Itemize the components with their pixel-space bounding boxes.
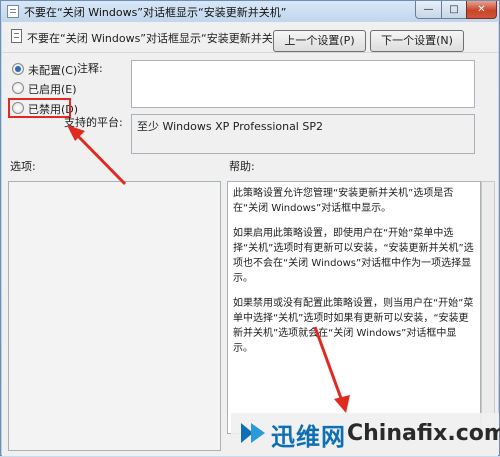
previous-setting-button[interactable]: 上一个设置(P): [273, 30, 366, 52]
next-setting-button[interactable]: 下一个设置(N): [370, 30, 464, 52]
minimize-button[interactable]: —: [415, 1, 442, 19]
watermark-en-text: Chinafix.com: [347, 421, 500, 446]
policy-dialog-window: 不要在“关闭 Windows”对话框显示“安装更新并关机” — □ ✕ 不要在“…: [0, 0, 500, 456]
comment-textarea[interactable]: [131, 60, 475, 108]
help-paragraph: 如果禁用或没有配置此策略设置，则当用户在“开始”菜单中选择“关机”选项时如果有更…: [233, 298, 474, 354]
title-bar[interactable]: 不要在“关闭 Windows”对话框显示“安装更新并关机” — □ ✕: [1, 1, 499, 22]
radio-label: 未配置(C): [28, 64, 78, 77]
maximize-button[interactable]: □: [441, 1, 467, 19]
options-label: 选项:: [10, 160, 36, 173]
help-text-panel[interactable]: 此策略设置允许您管理“安装更新并关机”选项是否在“关闭 Windows”对话框中…: [227, 181, 481, 434]
close-button[interactable]: ✕: [466, 1, 497, 19]
annotation-highlight-box: [8, 98, 71, 118]
policy-document-icon: [7, 5, 19, 18]
chinafix-logo-icon: [241, 423, 265, 443]
options-panel: [8, 181, 221, 451]
help-paragraph: 如果启用此策略设置，即使用户在“开始”菜单中选择“关机”选项时有更新可以安装，“…: [233, 228, 474, 284]
watermark-cn-text: 迅维网: [271, 423, 346, 451]
radio-button-checked[interactable]: [12, 63, 24, 75]
policy-name: 不要在“关闭 Windows”对话框显示“安装更新并关机”: [27, 32, 290, 45]
supported-platform-field: 至少 Windows XP Professional SP2: [131, 114, 475, 154]
help-paragraph: 此策略设置允许您管理“安装更新并关机”选项是否在“关闭 Windows”对话框中…: [233, 188, 454, 214]
help-scrollbar[interactable]: [481, 181, 495, 434]
radio-button[interactable]: [12, 82, 24, 94]
radio-label: 已启用(E): [28, 83, 77, 96]
supported-platform-label: 支持的平台:: [64, 116, 123, 129]
window-title: 不要在“关闭 Windows”对话框显示“安装更新并关机”: [24, 6, 287, 19]
help-label: 帮助:: [229, 160, 255, 173]
watermark: 迅维网 Chinafix.com: [231, 413, 500, 455]
policy-header: 不要在“关闭 Windows”对话框显示“安装更新并关机” 上一个设置(P) 下…: [2, 22, 498, 53]
policy-setting-icon: [11, 29, 22, 43]
comment-label: 注释:: [77, 62, 103, 75]
dialog-client-area: 不要在“关闭 Windows”对话框显示“安装更新并关机” 上一个设置(P) 下…: [2, 22, 498, 456]
